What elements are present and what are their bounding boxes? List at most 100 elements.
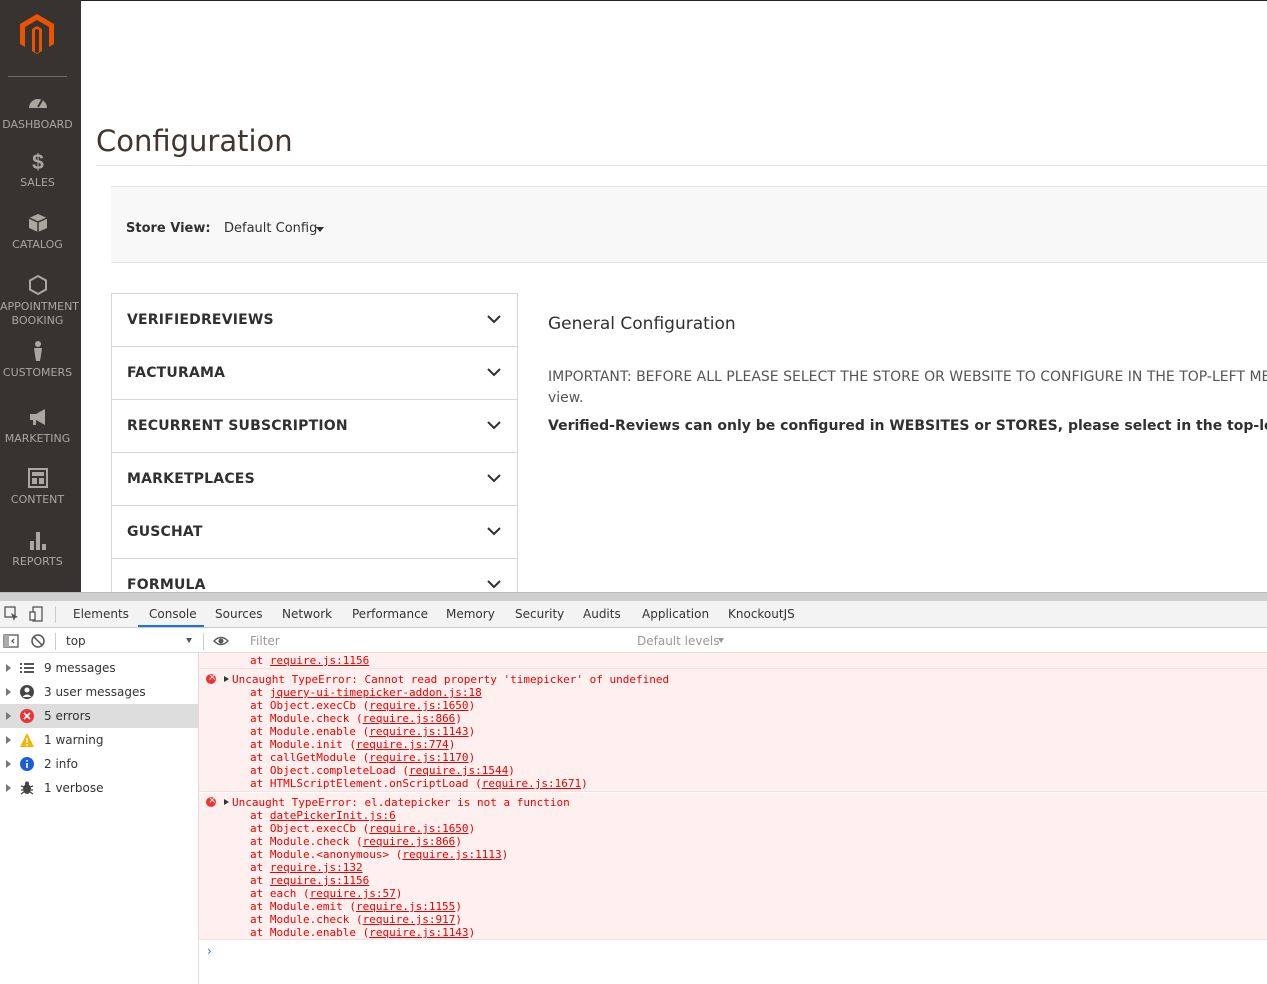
stack-line: at require.js:1156 — [250, 654, 370, 667]
sidebar-item-errors[interactable]: 5 errors — [0, 704, 198, 728]
nav-dashboard-label: DASHBOARD — [2, 118, 73, 131]
source-link[interactable]: require.js:57 — [310, 887, 396, 900]
source-link[interactable]: require.js:774 — [356, 738, 449, 751]
caret-down-icon[interactable] — [718, 638, 724, 643]
user-icon — [20, 685, 34, 699]
tab-performance[interactable]: Performance — [352, 607, 428, 621]
sidebar-item-verbose[interactable]: 1 verbose — [0, 776, 198, 800]
sidebar-item-warnings[interactable]: 1 warning — [0, 728, 198, 752]
config-tab-recurrent-subscription[interactable]: RECURRENT SUBSCRIPTION — [112, 400, 517, 453]
console-prompt[interactable]: › — [207, 944, 212, 958]
store-view-dropdown[interactable]: Default Config — [224, 221, 317, 236]
nav-catalog[interactable]: CATALOG — [0, 212, 75, 252]
tab-sources[interactable]: Sources — [215, 607, 262, 621]
console-sidebar: 9 messages 3 user messages 5 errors 1 wa… — [0, 653, 199, 984]
stack-line: at callGetModule (require.js:1170) — [250, 751, 476, 764]
source-link[interactable]: require.js:1170 — [369, 751, 468, 764]
sidebar-item-label: 5 errors — [44, 709, 91, 723]
clear-console-icon[interactable] — [30, 633, 46, 649]
nav-content[interactable]: CONTENT — [0, 467, 75, 507]
source-link[interactable]: require.js:132 — [270, 861, 363, 874]
stack-line: at each (require.js:57) — [250, 887, 403, 900]
config-tab-verifiedreviews[interactable]: VERIFIEDREVIEWS — [112, 294, 517, 347]
sidebar-item-info[interactable]: 2 info — [0, 752, 198, 776]
source-link[interactable]: require.js:866 — [363, 835, 456, 848]
source-link[interactable]: require.js:1156 — [270, 874, 369, 887]
nav-reports[interactable]: REPORTS — [0, 529, 75, 569]
stack-line: at Object.completeLoad (require.js:1544) — [250, 764, 515, 777]
tab-security[interactable]: Security — [515, 607, 564, 621]
config-tab-label: FORMULA — [127, 577, 206, 592]
sidebar-item-label: 1 verbose — [44, 781, 104, 795]
nav-sales[interactable]: $ SALES — [0, 150, 75, 190]
source-link[interactable]: require.js:866 — [363, 712, 456, 725]
expand-arrow-icon[interactable] — [6, 736, 11, 744]
console-filter-input[interactable] — [246, 631, 628, 650]
source-link[interactable]: require.js:1143 — [369, 725, 468, 738]
source-link[interactable]: datePickerInit.js:6 — [270, 809, 396, 822]
bold-note: Verified-Reviews can only be configured … — [548, 418, 1267, 434]
source-link[interactable]: require.js:1143 — [369, 926, 468, 939]
main-content: Configuration Store View: Default Config… — [81, 0, 1267, 592]
context-selector[interactable]: top — [66, 634, 86, 648]
config-tab-guschat[interactable]: GUSCHAT — [112, 506, 517, 559]
tab-knockoutjs[interactable]: KnockoutJS — [728, 607, 795, 621]
nav-customers[interactable]: CUSTOMERS — [0, 340, 75, 380]
bug-icon — [20, 781, 34, 795]
dashboard-icon — [28, 99, 47, 108]
sidebar-item-label: 1 warning — [44, 733, 104, 747]
store-switcher-bar: Store View: Default Config — [111, 186, 1267, 263]
layout-icon — [27, 468, 48, 488]
config-tab-marketplaces[interactable]: MARKETPLACES — [112, 453, 517, 506]
devtools-resize-handle[interactable] — [0, 592, 1267, 601]
source-link[interactable]: jquery-ui-timepicker-addon.js:18 — [270, 686, 482, 699]
expand-arrow-icon[interactable] — [6, 688, 11, 696]
source-link[interactable]: require.js:1113 — [402, 848, 501, 861]
stack-line: at require.js:1156 — [250, 874, 370, 887]
error-icon — [20, 709, 34, 723]
sidebar-toggle-icon[interactable] — [3, 633, 19, 649]
sidebar-item-messages[interactable]: 9 messages — [0, 656, 198, 680]
app-window: { "sidebar": { "items": [ {"label": "DAS… — [0, 0, 1267, 984]
nav-content-label: CONTENT — [10, 493, 65, 506]
nav-customers-label: CUSTOMERS — [2, 366, 73, 379]
source-link[interactable]: require.js:1650 — [369, 699, 468, 712]
caret-down-icon[interactable] — [316, 227, 324, 232]
caret-down-icon[interactable] — [186, 638, 192, 643]
expand-arrow-icon[interactable] — [6, 760, 11, 768]
console-toolbar: top Default levels — [0, 629, 1267, 653]
nav-marketing[interactable]: MARKETING — [0, 406, 75, 446]
source-link[interactable]: require.js:1544 — [409, 764, 508, 777]
magento-logo-icon[interactable] — [18, 12, 56, 56]
expand-arrow-icon[interactable] — [6, 784, 11, 792]
tab-console[interactable]: Console — [149, 607, 197, 621]
device-toolbar-icon[interactable] — [29, 606, 45, 622]
config-tab-formula[interactable]: FORMULA — [112, 559, 517, 592]
tab-elements[interactable]: Elements — [73, 607, 129, 621]
console-error-message: Uncaught TypeError: el.datepicker is not… — [199, 793, 1267, 940]
source-link[interactable]: require.js:1155 — [356, 900, 455, 913]
tab-memory[interactable]: Memory — [446, 607, 495, 621]
source-link[interactable]: require.js:1671 — [482, 777, 581, 790]
tab-audits[interactable]: Audits — [583, 607, 621, 621]
source-link[interactable]: require.js:1156 — [270, 654, 369, 667]
inspect-element-icon[interactable] — [4, 606, 20, 622]
nav-appointment-label: APPOINTMENT BOOKING — [0, 300, 80, 327]
expand-arrow-icon[interactable] — [6, 712, 11, 720]
config-tab-facturama[interactable]: FACTURAMA — [112, 347, 517, 400]
nav-appointment-booking[interactable]: APPOINTMENT BOOKING — [0, 274, 80, 328]
log-levels-dropdown[interactable]: Default levels — [637, 634, 719, 648]
expand-arrow-icon[interactable] — [224, 799, 229, 805]
expand-arrow-icon[interactable] — [6, 664, 11, 672]
stack-line: at Module.check (require.js:866) — [250, 712, 462, 725]
megaphone-icon — [29, 409, 45, 425]
sidebar-item-user-messages[interactable]: 3 user messages — [0, 680, 198, 704]
eye-icon[interactable] — [213, 633, 229, 649]
expand-arrow-icon[interactable] — [224, 676, 229, 682]
tab-network[interactable]: Network — [282, 607, 332, 621]
source-link[interactable]: require.js:917 — [363, 913, 456, 926]
tab-application[interactable]: Application — [642, 607, 709, 621]
source-link[interactable]: require.js:1650 — [369, 822, 468, 835]
stack-line: at require.js:132 — [250, 861, 363, 874]
nav-dashboard[interactable]: DASHBOARD — [0, 92, 75, 132]
